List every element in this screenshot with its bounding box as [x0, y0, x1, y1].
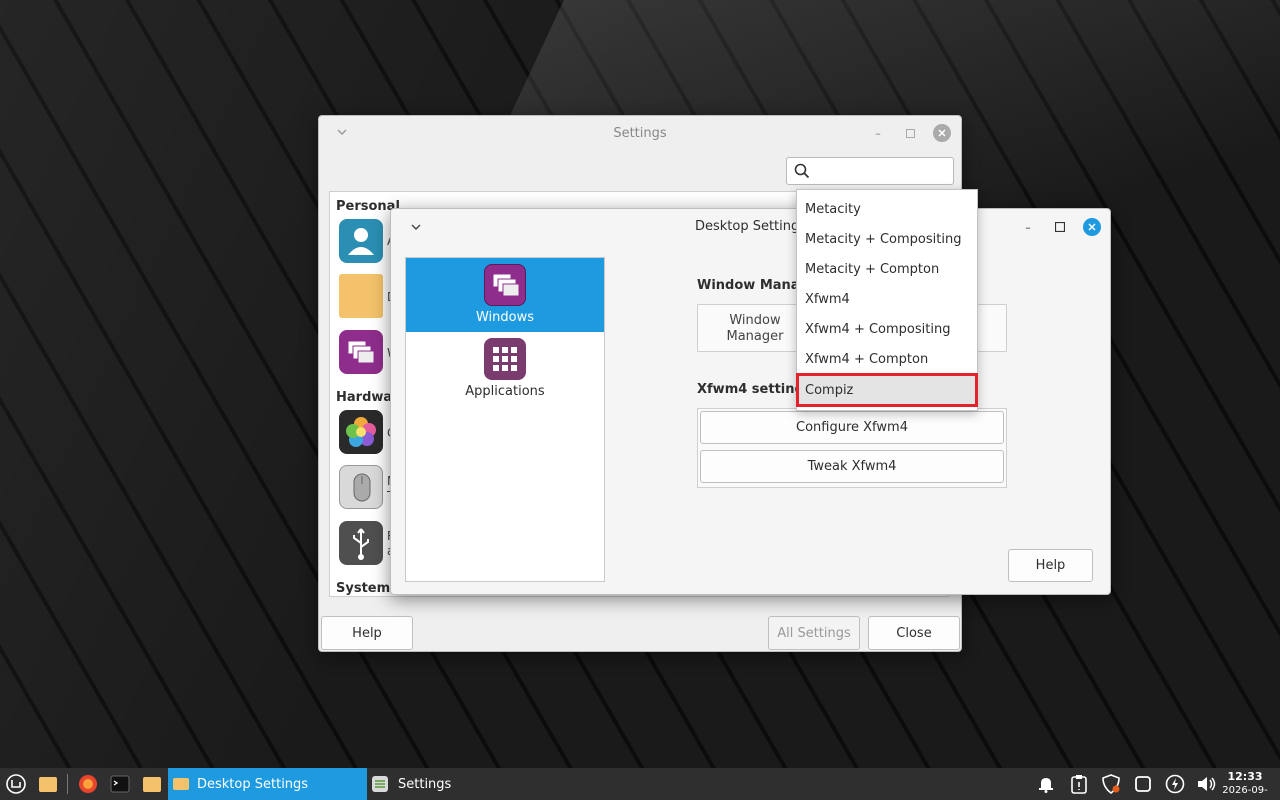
- dropdown-option-xfwm4-compton[interactable]: Xfwm4 + Compton: [797, 344, 977, 374]
- files-icon[interactable]: [141, 773, 163, 795]
- apps-grid-icon: [484, 338, 526, 380]
- xfwm4-settings-heading: Xfwm4 settings: [697, 382, 812, 397]
- volume-icon[interactable]: [1196, 773, 1218, 795]
- dropdown-option-metacity-compton[interactable]: Metacity + Compton: [797, 254, 977, 284]
- desktop-settings-window: Desktop Settings – Windows Applications …: [390, 208, 1111, 595]
- maximize-icon[interactable]: [1051, 218, 1069, 236]
- folder-icon: [173, 778, 189, 790]
- all-settings-button[interactable]: All Settings: [768, 616, 860, 650]
- firefox-icon[interactable]: [77, 773, 99, 795]
- maximize-icon[interactable]: [901, 124, 919, 142]
- section-system: System: [336, 581, 391, 596]
- settings-icon: [372, 776, 388, 792]
- dropdown-option-xfwm4-compositing[interactable]: Xfwm4 + Compositing: [797, 314, 977, 344]
- sidebar-item-applications[interactable]: Applications: [406, 332, 604, 406]
- terminal-icon[interactable]: [109, 773, 131, 795]
- taskbar-task-label: Settings: [398, 776, 452, 792]
- shield-icon[interactable]: [1100, 773, 1122, 795]
- search-icon: [794, 163, 810, 179]
- color-icon[interactable]: [339, 410, 383, 454]
- folder-icon[interactable]: [339, 274, 383, 318]
- minimize-icon[interactable]: –: [1019, 218, 1037, 236]
- taskbar-task-label: Desktop Settings: [197, 776, 309, 792]
- window-manager-label: Window Manager: [726, 313, 784, 344]
- dropdown-option-xfwm4[interactable]: Xfwm4: [797, 284, 977, 314]
- taskbar: Desktop Settings Settings 12:33 2026-09-…: [0, 768, 1280, 800]
- dropdown-option-compiz[interactable]: Compiz: [796, 373, 978, 407]
- search-input[interactable]: [786, 157, 954, 185]
- desktop-settings-title: Desktop Settings: [694, 218, 807, 234]
- dropdown-option-metacity-compositing[interactable]: Metacity + Compositing: [797, 224, 977, 254]
- usb-icon[interactable]: [339, 521, 383, 565]
- minimize-icon[interactable]: –: [869, 124, 887, 142]
- mouse-icon[interactable]: [339, 465, 383, 509]
- close-icon[interactable]: [933, 124, 951, 142]
- help-button[interactable]: Help: [321, 616, 413, 650]
- bell-icon[interactable]: [1035, 773, 1057, 795]
- clock-time: 12:33: [1227, 770, 1263, 783]
- windows-icon: [484, 264, 526, 306]
- sidebar-item-windows[interactable]: Windows: [406, 258, 604, 332]
- window-icon[interactable]: [1132, 773, 1154, 795]
- desktop-settings-sidebar: Windows Applications: [405, 257, 605, 582]
- sidebar-item-label: Applications: [465, 384, 545, 399]
- folder-icon[interactable]: [37, 773, 59, 795]
- configure-xfwm4-button[interactable]: Configure Xfwm4: [700, 411, 1004, 444]
- settings-titlebar[interactable]: Settings –: [319, 116, 961, 150]
- window-manager-dropdown[interactable]: Metacity Metacity + Compositing Metacity…: [796, 189, 978, 411]
- chevron-down-icon[interactable]: [409, 220, 423, 234]
- clipboard-icon[interactable]: [1068, 773, 1090, 795]
- desktop-settings-titlebar[interactable]: Desktop Settings –: [391, 209, 1110, 243]
- close-button[interactable]: Close: [868, 616, 960, 650]
- tweak-xfwm4-button[interactable]: Tweak Xfwm4: [700, 450, 1004, 483]
- user-icon[interactable]: [339, 219, 383, 263]
- start-menu-icon[interactable]: [5, 773, 27, 795]
- windows-icon[interactable]: [339, 330, 383, 374]
- clock-date: 2026-09-26: [1222, 785, 1268, 800]
- power-icon[interactable]: [1164, 773, 1186, 795]
- settings-window-title: Settings: [613, 125, 667, 141]
- taskbar-task-settings[interactable]: Settings: [368, 768, 548, 800]
- chevron-down-icon[interactable]: [335, 125, 349, 139]
- taskbar-separator: [67, 774, 68, 794]
- clock[interactable]: 12:33 2026-09-26: [1218, 770, 1272, 800]
- taskbar-task-desktop-settings[interactable]: Desktop Settings: [168, 768, 367, 800]
- sidebar-item-label: Windows: [475, 310, 535, 325]
- dropdown-option-metacity[interactable]: Metacity: [797, 194, 977, 224]
- help-button[interactable]: Help: [1008, 549, 1093, 582]
- close-icon[interactable]: [1083, 218, 1101, 236]
